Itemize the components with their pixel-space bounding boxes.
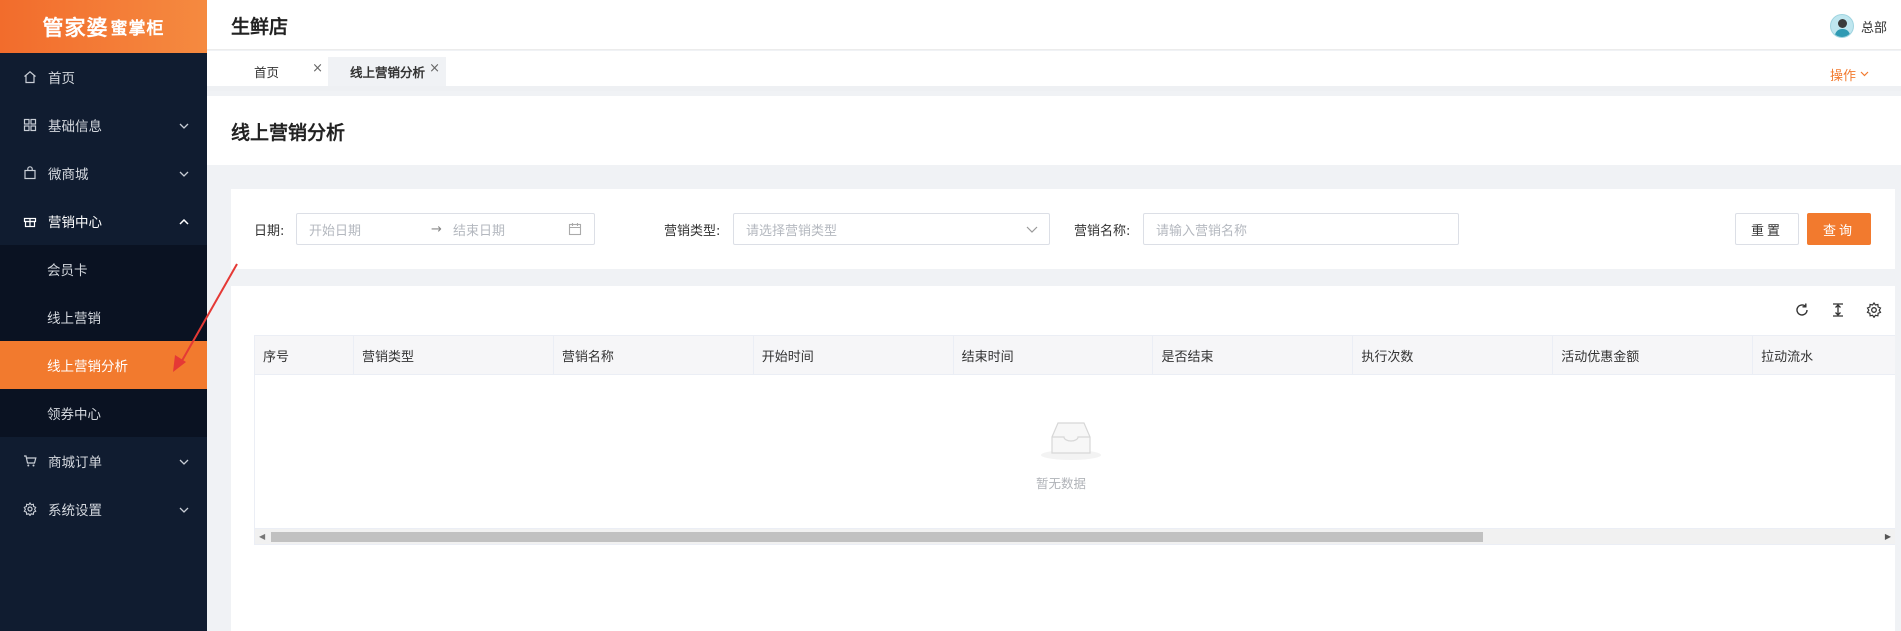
gift-icon xyxy=(22,213,38,229)
column-header[interactable]: 执行次数 xyxy=(1353,336,1554,374)
tab-label: 首页 xyxy=(254,65,280,80)
column-header[interactable]: 开始时间 xyxy=(754,336,954,374)
sidebar-item-label: 基础信息 xyxy=(48,119,102,135)
sidebar-item-label: 营销中心 xyxy=(48,215,102,231)
sidebar-item-basic-info[interactable]: 基础信息 xyxy=(0,101,207,149)
scroll-right-icon[interactable]: ▶ xyxy=(1885,532,1891,541)
grid-icon xyxy=(22,117,38,133)
empty-inbox-icon xyxy=(1040,417,1102,465)
submenu-item-label: 线上营销 xyxy=(47,311,101,327)
sidebar-item-label: 微商城 xyxy=(48,167,89,183)
page-title: 线上营销分析 xyxy=(231,122,346,144)
column-header[interactable]: 结束时间 xyxy=(954,336,1154,374)
date-range-picker[interactable]: 开始日期 → 结束日期 xyxy=(296,213,595,245)
sidebar-item-label: 系统设置 xyxy=(48,503,102,519)
sidebar-item-mall-orders[interactable]: 商城订单 xyxy=(0,437,207,485)
tab-bar: 首页 × 线上营销分析 × 操作 xyxy=(207,51,1901,91)
user-name: 总部 xyxy=(1860,20,1887,36)
query-button[interactable]: 查询 xyxy=(1807,213,1871,245)
end-date-input[interactable]: 结束日期 xyxy=(453,220,505,239)
close-icon[interactable]: × xyxy=(429,61,440,76)
marketing-name-input[interactable]: 请输入营销名称 xyxy=(1143,213,1459,245)
sidebar-item-label: 商城订单 xyxy=(48,455,102,471)
column-height-icon[interactable] xyxy=(1828,300,1847,319)
tab-label: 线上营销分析 xyxy=(350,65,426,80)
data-table: 序号 营销类型 营销名称 开始时间 结束时间 是否结束 执行次数 活动优惠金额 … xyxy=(254,335,1895,545)
chevron-up-icon xyxy=(179,213,189,229)
logo-sub: 蜜掌柜 xyxy=(110,19,165,39)
table-panel: 序号 营销类型 营销名称 开始时间 结束时间 是否结束 执行次数 活动优惠金额 … xyxy=(231,286,1895,631)
input-placeholder: 请输入营销名称 xyxy=(1156,223,1248,239)
cart-icon xyxy=(22,453,38,469)
range-arrow: → xyxy=(431,221,442,237)
logo-main: 管家婆 xyxy=(42,15,109,40)
start-date-input[interactable]: 开始日期 xyxy=(309,220,361,239)
submenu-item-label: 领券中心 xyxy=(47,407,101,423)
operation-dropdown[interactable]: 操作 xyxy=(1830,65,1869,84)
top-header: 生鲜店 总部 xyxy=(207,0,1901,50)
empty-state: 暂无数据 xyxy=(255,375,1895,509)
sidebar-item-marketing[interactable]: 营销中心 xyxy=(0,197,207,245)
chevron-down-icon xyxy=(1026,223,1038,238)
column-header[interactable]: 拉动流水 xyxy=(1753,336,1895,374)
gear-icon xyxy=(22,501,38,517)
column-header[interactable]: 活动优惠金额 xyxy=(1553,336,1754,374)
operation-label: 操作 xyxy=(1829,69,1856,84)
close-icon[interactable]: × xyxy=(312,61,323,76)
select-placeholder: 请选择营销类型 xyxy=(746,223,838,239)
sidebar-item-label: 首页 xyxy=(48,71,75,87)
submenu-item-coupon-center[interactable]: 领券中心 xyxy=(0,389,207,437)
column-header[interactable]: 营销类型 xyxy=(354,336,554,374)
table-toolbar xyxy=(1792,300,1883,319)
user-menu[interactable]: 总部 xyxy=(1829,14,1887,38)
reset-button[interactable]: 重置 xyxy=(1735,213,1799,245)
scrollbar-thumb[interactable] xyxy=(271,532,1483,542)
name-label: 营销名称: xyxy=(1074,224,1131,239)
sidebar-item-home[interactable]: 首页 xyxy=(0,53,207,101)
store-name[interactable]: 生鲜店 xyxy=(231,12,288,39)
horizontal-scrollbar[interactable]: ◀ ▶ xyxy=(255,528,1895,544)
date-label: 日期: xyxy=(254,224,285,239)
settings-gear-icon[interactable] xyxy=(1864,300,1883,319)
bag-icon xyxy=(22,165,38,181)
tab-home[interactable]: 首页 × xyxy=(227,57,329,86)
avatar xyxy=(1829,14,1854,38)
brand-logo[interactable]: 管家婆 蜜掌柜 xyxy=(0,0,207,53)
calendar-icon xyxy=(568,222,582,240)
chevron-down-icon xyxy=(1860,69,1869,80)
sidebar-item-system-settings[interactable]: 系统设置 xyxy=(0,485,207,533)
table-header: 序号 营销类型 营销名称 开始时间 结束时间 是否结束 执行次数 活动优惠金额 … xyxy=(255,336,1895,375)
chevron-down-icon xyxy=(179,501,189,517)
chevron-down-icon xyxy=(179,117,189,133)
sidebar-item-micro-mall[interactable]: 微商城 xyxy=(0,149,207,197)
scroll-left-icon[interactable]: ◀ xyxy=(259,532,265,541)
annotation-arrow-icon xyxy=(173,263,238,372)
column-header[interactable]: 营销名称 xyxy=(554,336,754,374)
tab-online-marketing-analysis[interactable]: 线上营销分析 × xyxy=(328,57,446,86)
page-header: 线上营销分析 xyxy=(207,96,1901,165)
column-header[interactable]: 序号 xyxy=(255,336,354,374)
type-label: 营销类型: xyxy=(664,224,721,239)
chevron-down-icon xyxy=(179,453,189,469)
submenu-item-label: 线上营销分析 xyxy=(47,359,128,375)
column-header[interactable]: 是否结束 xyxy=(1153,336,1354,374)
filter-panel: 日期: 开始日期 → 结束日期 营销类型: 请选择营销类型 营销名称: 请输入营… xyxy=(231,189,1895,269)
home-icon xyxy=(22,69,38,85)
marketing-type-select[interactable]: 请选择营销类型 xyxy=(733,213,1050,245)
refresh-icon[interactable] xyxy=(1792,300,1811,319)
submenu-item-label: 会员卡 xyxy=(47,263,88,279)
empty-text: 暂无数据 xyxy=(1035,476,1086,491)
chevron-down-icon xyxy=(179,165,189,181)
